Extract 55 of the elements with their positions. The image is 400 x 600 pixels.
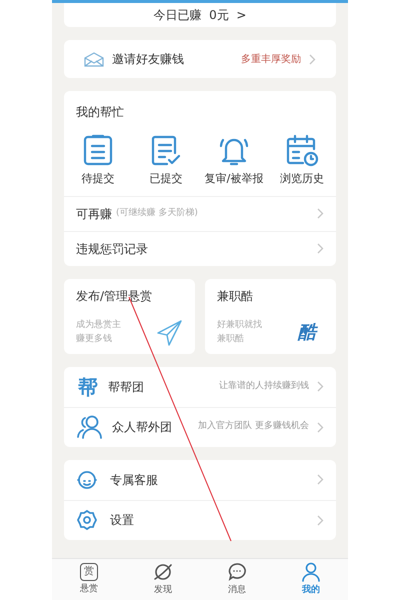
invite-label: 邀请好友赚钱 xyxy=(112,51,185,68)
shortcut-button[interactable]: 浏览历史 xyxy=(268,133,336,188)
promo-card[interactable]: 兼职酷 好兼职就找兼职酷 酷 xyxy=(205,278,336,354)
clipboard-icon xyxy=(81,133,115,167)
help-logo-icon: 帮 xyxy=(76,376,100,396)
section-title: 我的帮忙 xyxy=(75,104,125,121)
row-note: 让靠谱的人持续赚到钱 xyxy=(218,380,309,393)
shortcut-button[interactable]: 已提交 xyxy=(132,133,200,188)
list-row[interactable]: 违规惩罚记录 xyxy=(64,230,336,266)
earnings-text: 今日已赚 0元 > xyxy=(154,7,246,24)
list-row[interactable]: 设置 xyxy=(64,500,336,540)
calendar-clock-icon xyxy=(285,133,319,167)
list-row[interactable]: 帮 帮帮团 让靠谱的人持续赚到钱 xyxy=(64,366,336,406)
logo-text: 酷 xyxy=(298,320,316,344)
shortcut-button[interactable]: 复审/被举报 xyxy=(200,133,268,188)
chevron-icon xyxy=(317,381,324,392)
row-label: 专属客服 xyxy=(110,472,159,488)
envelope-icon xyxy=(84,52,104,66)
row-label: 可再赚 xyxy=(76,206,112,222)
chevron-icon xyxy=(317,243,324,254)
paper-plane-icon xyxy=(157,320,183,346)
row-note: (可继续赚 多天阶梯) xyxy=(116,206,198,220)
planet-icon xyxy=(153,562,173,582)
chevron-icon xyxy=(317,208,324,219)
tab[interactable]: 赏 悬赏 xyxy=(52,559,126,600)
list-row[interactable]: 专属客服 xyxy=(64,460,336,500)
promo-card[interactable]: 发布/管理悬赏 成为悬赏主赚更多钱 xyxy=(64,278,195,354)
invite-card[interactable]: 邀请好友赚钱 多重丰厚奖励 xyxy=(64,40,336,78)
document-check-icon xyxy=(149,133,183,167)
list-row[interactable]: 可再赚 (可继续赚 多天阶梯) xyxy=(64,196,336,230)
tab[interactable]: 消息 xyxy=(200,559,274,600)
row-label: 帮帮团 xyxy=(108,378,144,396)
chevron-icon xyxy=(317,422,324,432)
card-subtitle: 好兼职就找兼职酷 xyxy=(217,318,262,346)
reward-icon: 赏 xyxy=(80,562,98,581)
chevron-icon xyxy=(317,474,324,485)
card-title: 发布/管理悬赏 xyxy=(76,288,154,304)
chevron-icon xyxy=(317,514,324,526)
chat-bubble-icon xyxy=(227,562,247,582)
card-subtitle: 成为悬赏主赚更多钱 xyxy=(76,318,121,346)
tab[interactable]: 发现 xyxy=(126,559,200,600)
person-icon xyxy=(301,562,321,582)
row-label: 违规惩罚记录 xyxy=(76,240,148,258)
chevron-icon xyxy=(309,54,316,64)
row-label: 设置 xyxy=(110,512,135,529)
settings-icon xyxy=(76,509,98,531)
people-icon xyxy=(76,415,104,439)
tab[interactable]: 我的 xyxy=(274,559,348,600)
row-note: 加入官方团队 更多赚钱机会 xyxy=(197,420,309,434)
row-label: 众人帮外团 xyxy=(112,419,172,436)
shortcut-button[interactable]: 待提交 xyxy=(64,133,132,188)
earnings-card[interactable]: 今日已赚 0元 > xyxy=(64,3,336,27)
list-row[interactable]: 众人帮外团 加入官方团队 更多赚钱机会 xyxy=(64,406,336,446)
invite-note: 多重丰厚奖励 xyxy=(241,52,301,66)
card-title: 兼职酷 xyxy=(217,288,254,304)
